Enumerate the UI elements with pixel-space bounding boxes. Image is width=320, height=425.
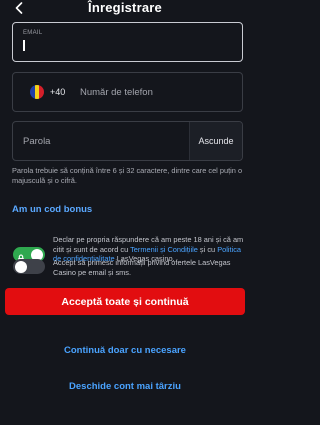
accept-all-button[interactable]: Acceptă toate și continuă [5, 288, 245, 315]
open-account-later-button[interactable]: Deschide cont mai târziu [0, 381, 250, 392]
email-label: EMAIL [23, 30, 43, 36]
toggle-knob [15, 260, 27, 273]
email-input[interactable] [22, 39, 222, 55]
password-hint: Parola trebuie să conțină între 6 și 32 … [12, 166, 243, 185]
consent-text-part: și cu [197, 244, 218, 254]
header: Înregistrare [0, 0, 250, 20]
marketing-toggle[interactable] [13, 259, 45, 274]
phone-input[interactable]: Număr de telefon [80, 87, 153, 98]
email-field[interactable]: EMAIL [12, 22, 243, 62]
page-title: Înregistrare [88, 0, 162, 15]
terms-link[interactable]: Termenii și Condițiile [130, 245, 198, 254]
password-field[interactable]: Parola Ascunde [12, 121, 243, 161]
marketing-consent-text: Accept să primesc informații privind ofe… [53, 258, 231, 277]
hide-password-button[interactable]: Ascunde [189, 122, 242, 160]
text-caret [23, 40, 25, 51]
password-input[interactable]: Parola [23, 136, 50, 147]
flag-stripe-red [39, 85, 44, 99]
lock-icon [17, 250, 25, 263]
phone-prefix[interactable]: +40 [50, 87, 65, 97]
continue-necessary-button[interactable]: Continuă doar cu necesare [0, 345, 250, 356]
romania-flag-icon[interactable] [30, 85, 44, 99]
bonus-code-link[interactable]: Am un cod bonus [12, 204, 92, 215]
phone-field[interactable]: +40 Număr de telefon [12, 72, 243, 112]
